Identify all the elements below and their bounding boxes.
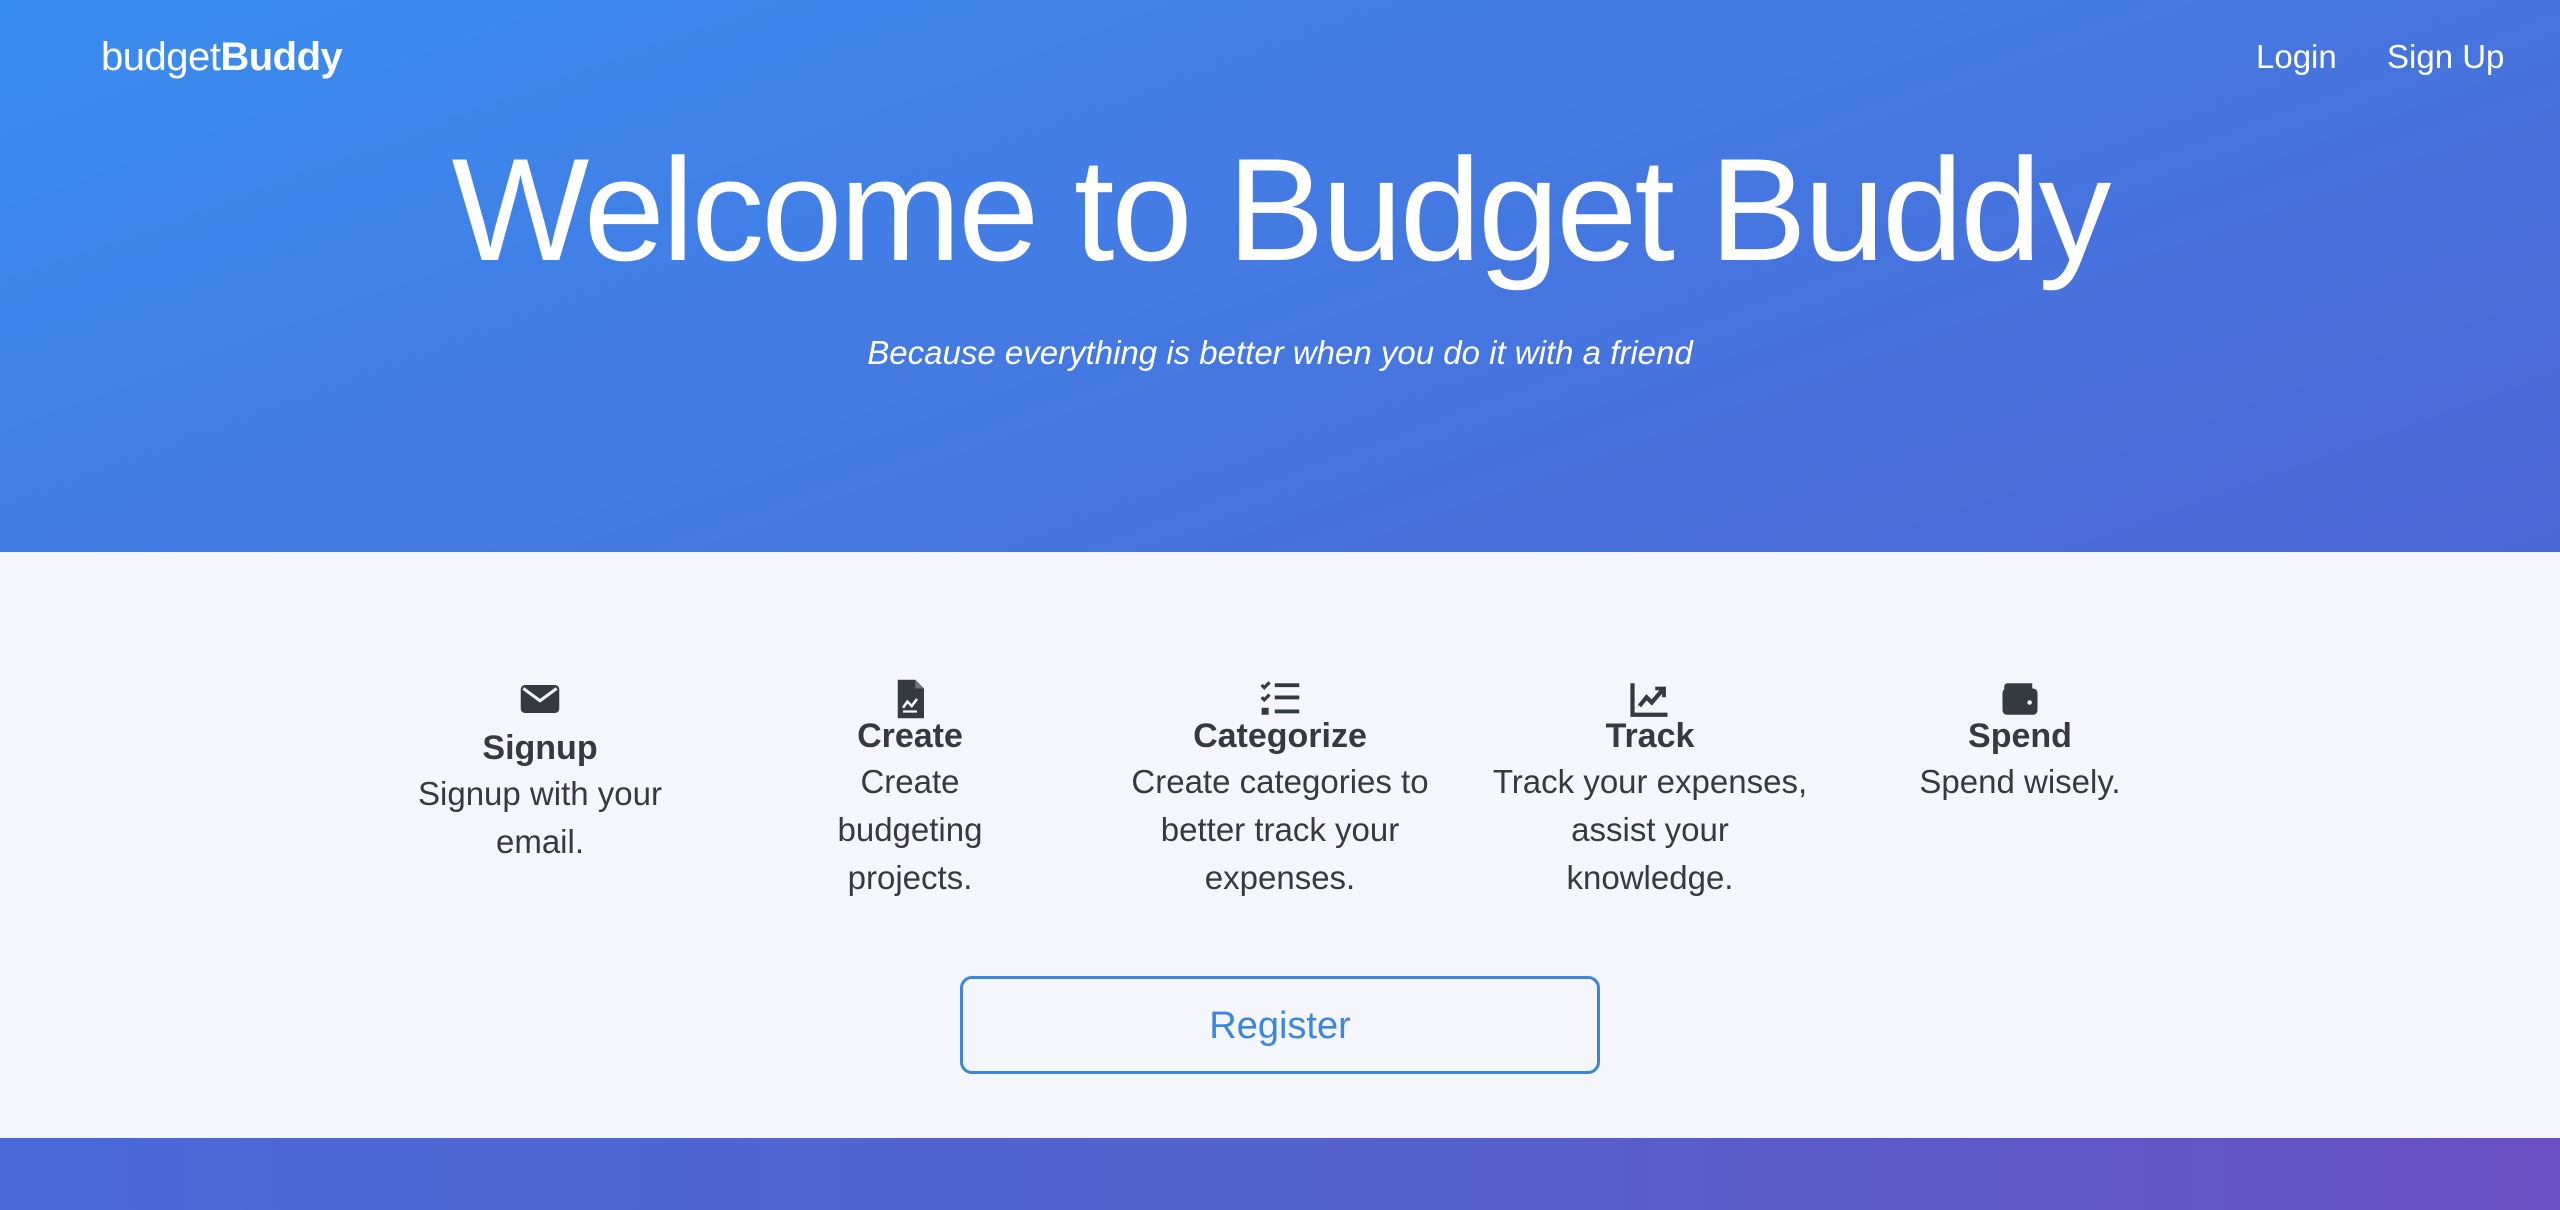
feature-create: Create Create budgeting projects. bbox=[740, 678, 1080, 902]
feature-description: Create budgeting projects. bbox=[837, 763, 983, 896]
nav-login-link[interactable]: Login bbox=[2256, 36, 2337, 78]
feature-categorize: Categorize Create categories to better t… bbox=[1110, 678, 1450, 902]
wallet-icon bbox=[1999, 678, 2041, 720]
feature-title: Spend bbox=[1968, 717, 2072, 755]
feature-title: Track bbox=[1605, 717, 1695, 755]
feature-signup: Signup Signup with your email. bbox=[370, 678, 710, 866]
features-section: Signup Signup with your email. Create Cr… bbox=[0, 552, 2560, 1138]
register-button[interactable]: Register bbox=[960, 976, 1600, 1074]
feature-description: Spend wisely. bbox=[1919, 763, 2121, 800]
brand-logo[interactable]: budgetBuddy bbox=[101, 32, 343, 82]
feature-description: Signup with your email. bbox=[418, 775, 662, 860]
checklist-icon bbox=[1259, 678, 1301, 720]
feature-track: Track Track your expenses, assist your k… bbox=[1480, 678, 1820, 902]
feature-title: Create bbox=[857, 717, 963, 755]
hero-title: Welcome to Budget Buddy bbox=[451, 128, 2112, 291]
footer-band bbox=[0, 1138, 2560, 1210]
feature-title: Signup bbox=[482, 729, 598, 767]
feature-description: Create categories to better track your e… bbox=[1131, 763, 1429, 896]
feature-spend: Spend Spend wisely. bbox=[1850, 678, 2190, 806]
hero-subtitle: Because everything is better when you do… bbox=[867, 334, 1693, 371]
envelope-icon bbox=[519, 678, 561, 720]
brand-prefix: budget bbox=[101, 35, 221, 79]
nav-signup-link[interactable]: Sign Up bbox=[2387, 36, 2504, 78]
feature-description: Track your expenses, assist your knowled… bbox=[1492, 763, 1808, 896]
brand-bold: Buddy bbox=[220, 35, 343, 79]
document-icon bbox=[889, 678, 931, 720]
feature-title: Categorize bbox=[1193, 717, 1367, 755]
chart-line-icon bbox=[1629, 678, 1671, 720]
hero-section: budgetBuddy Login Sign Up Welcome to Bud… bbox=[0, 0, 2560, 552]
